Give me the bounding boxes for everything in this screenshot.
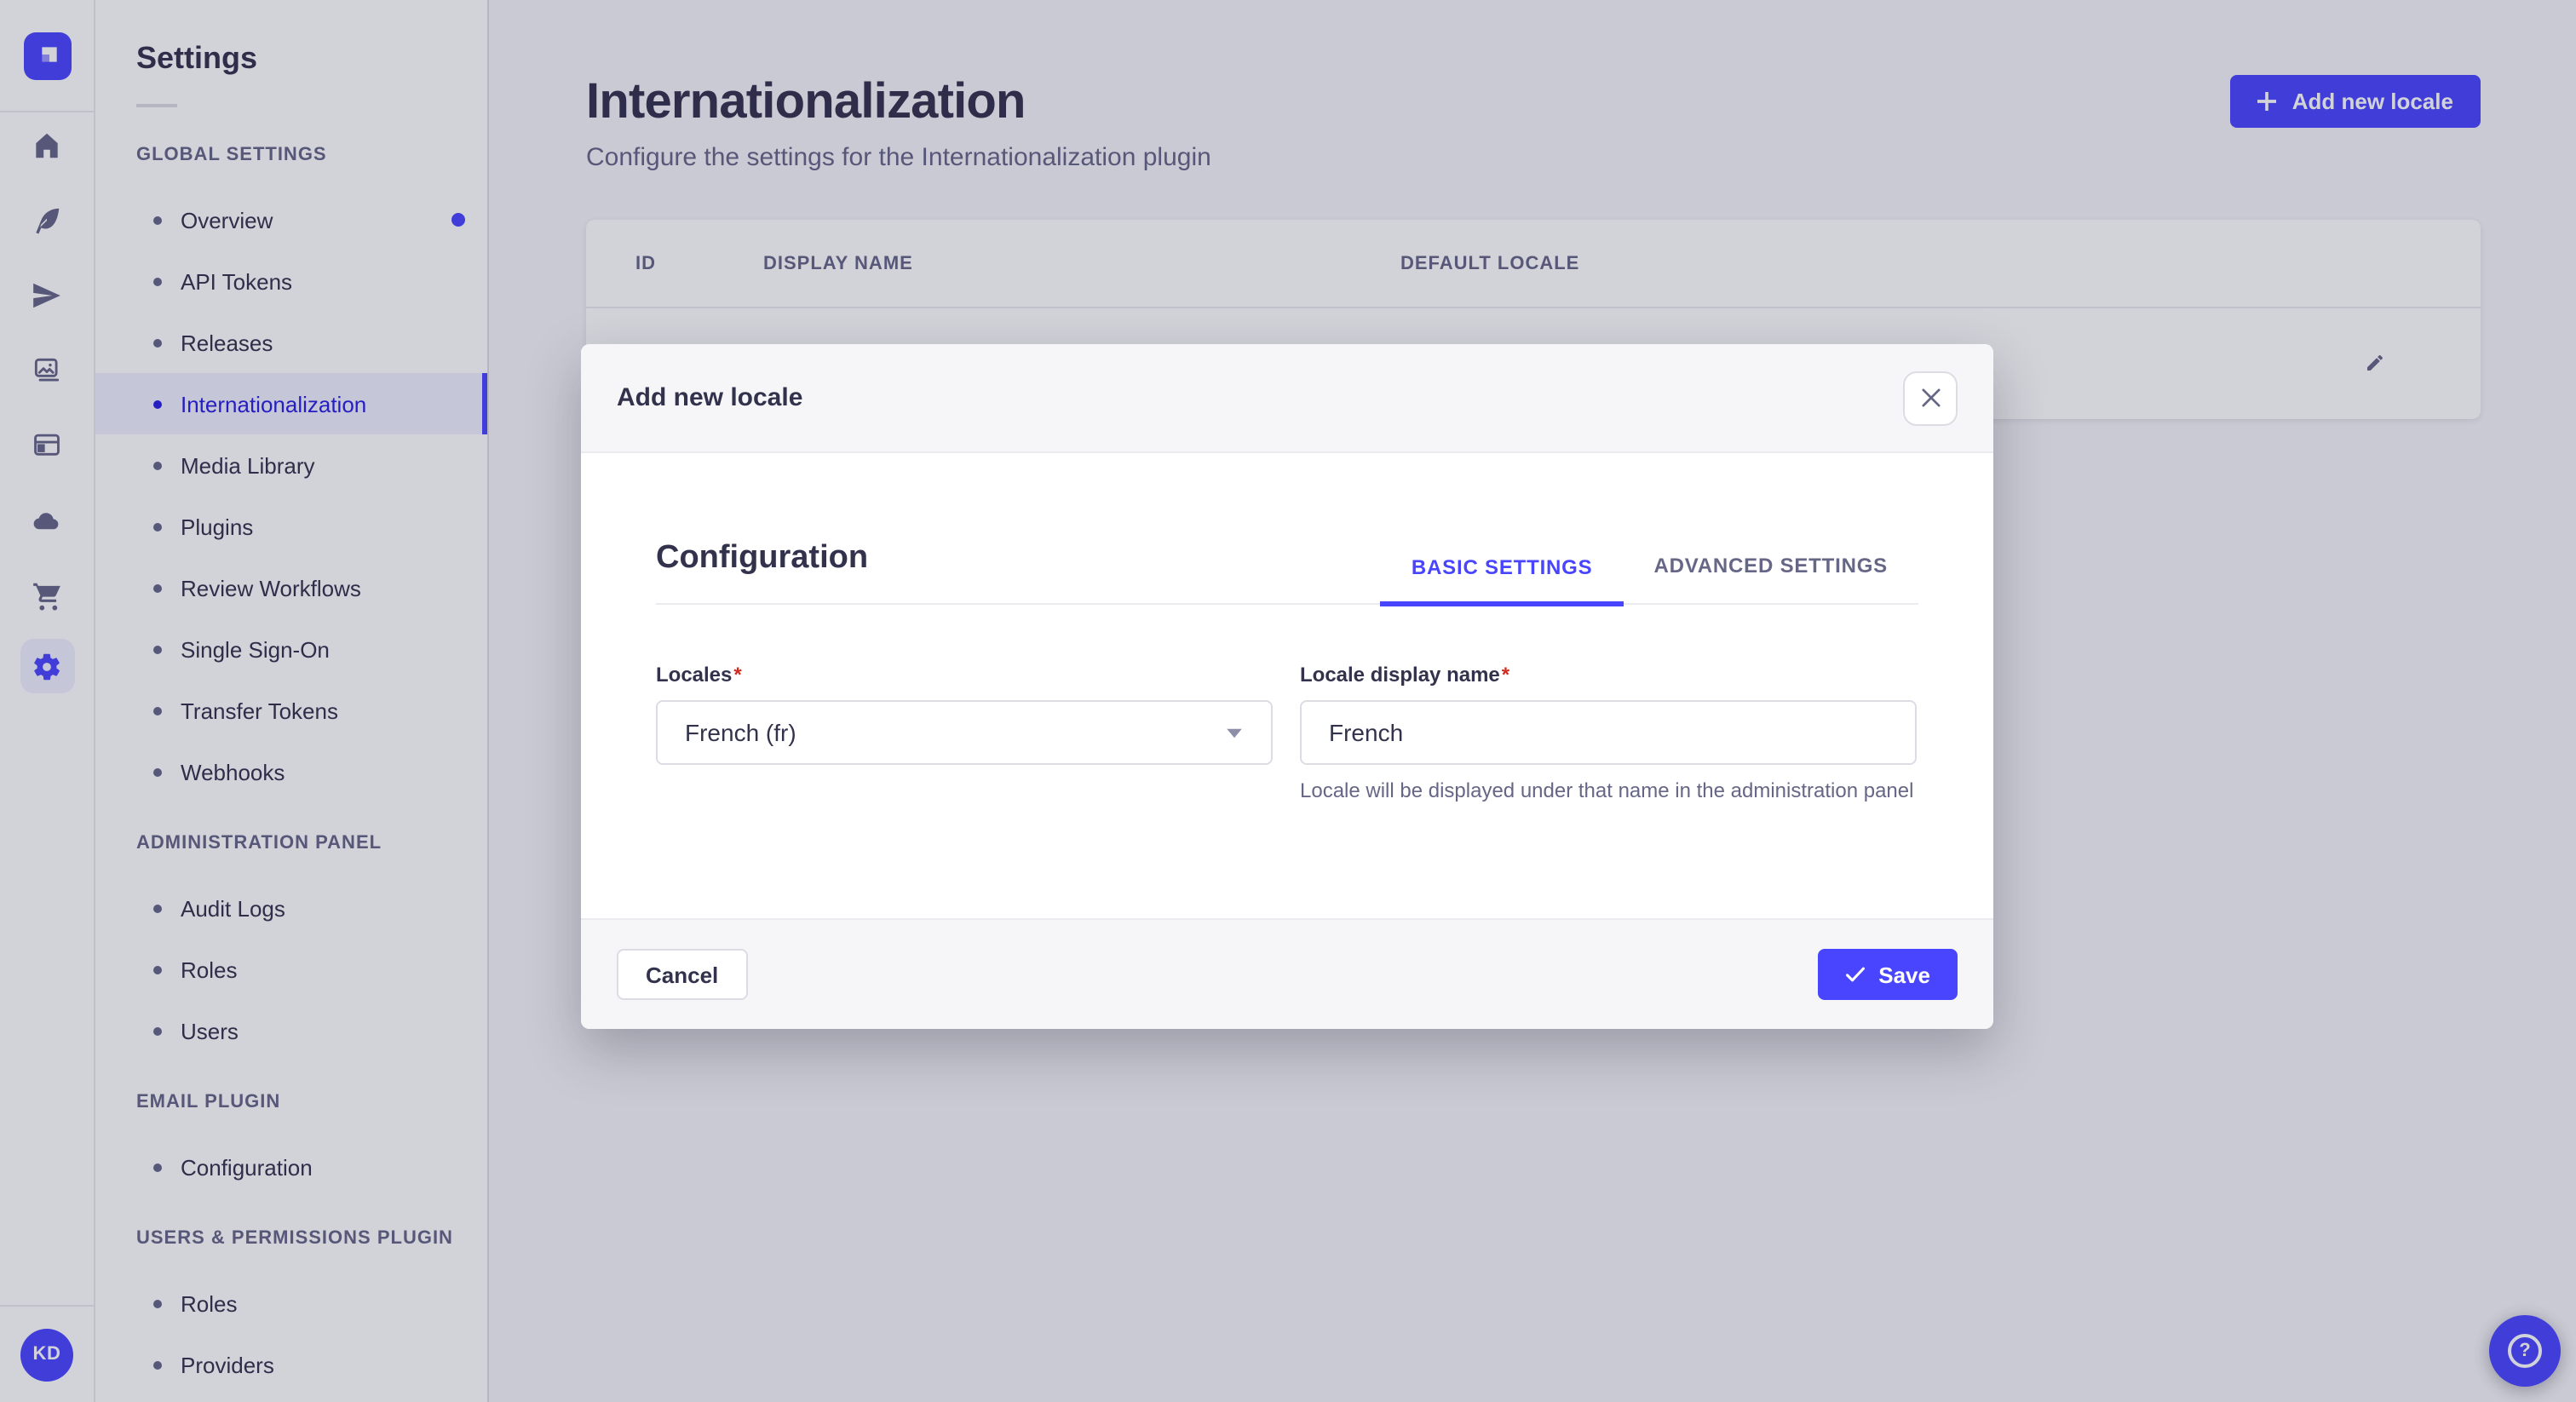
locales-select[interactable]: French (fr) [656, 700, 1273, 765]
modal-title: Add new locale [617, 383, 803, 412]
close-icon [1921, 388, 1940, 407]
locales-label: Locales * [656, 663, 742, 687]
required-asterisk: * [733, 663, 742, 687]
modal-body: Configuration BASIC SETTINGS ADVANCED SE… [581, 538, 1993, 918]
display-name-input[interactable] [1300, 700, 1917, 765]
locales-field: Locales * French (fr) [656, 659, 1273, 806]
cancel-button[interactable]: Cancel [617, 949, 748, 1000]
chevron-down-icon [1227, 727, 1242, 738]
display-name-hint: Locale will be displayed under that name… [1300, 779, 1914, 802]
modal-footer: Cancel Save [581, 918, 1993, 1029]
display-name-label: Locale display name * [1300, 663, 1509, 687]
display-name-field: Locale display name* Locale will be disp… [1300, 659, 1917, 806]
locale-form: Locales * French (fr) Locale display name… [656, 659, 1918, 806]
check-icon [1845, 967, 1865, 982]
required-asterisk: * [1501, 663, 1510, 687]
configuration-title: Configuration [656, 540, 869, 576]
modal-header: Add new locale [581, 344, 1993, 453]
close-modal-button[interactable] [1903, 371, 1958, 425]
save-button[interactable]: Save [1817, 949, 1958, 1000]
locales-label-text: Locales [656, 663, 733, 687]
add-locale-modal: Add new locale Configuration BASIC SETTI… [581, 344, 1993, 1029]
locales-select-value: French (fr) [685, 719, 796, 746]
tab-advanced-settings[interactable]: ADVANCED SETTINGS [1623, 554, 1918, 603]
configuration-header-row: Configuration BASIC SETTINGS ADVANCED SE… [656, 538, 1918, 606]
save-button-label: Save [1878, 962, 1930, 987]
app-root: KD Settings GLOBAL SETTINGS Overview API… [0, 0, 2576, 1402]
tab-basic-settings[interactable]: BASIC SETTINGS [1380, 554, 1624, 606]
display-name-label-text: Locale display name [1300, 663, 1500, 687]
modal-tabs: BASIC SETTINGS ADVANCED SETTINGS [1380, 554, 1918, 606]
